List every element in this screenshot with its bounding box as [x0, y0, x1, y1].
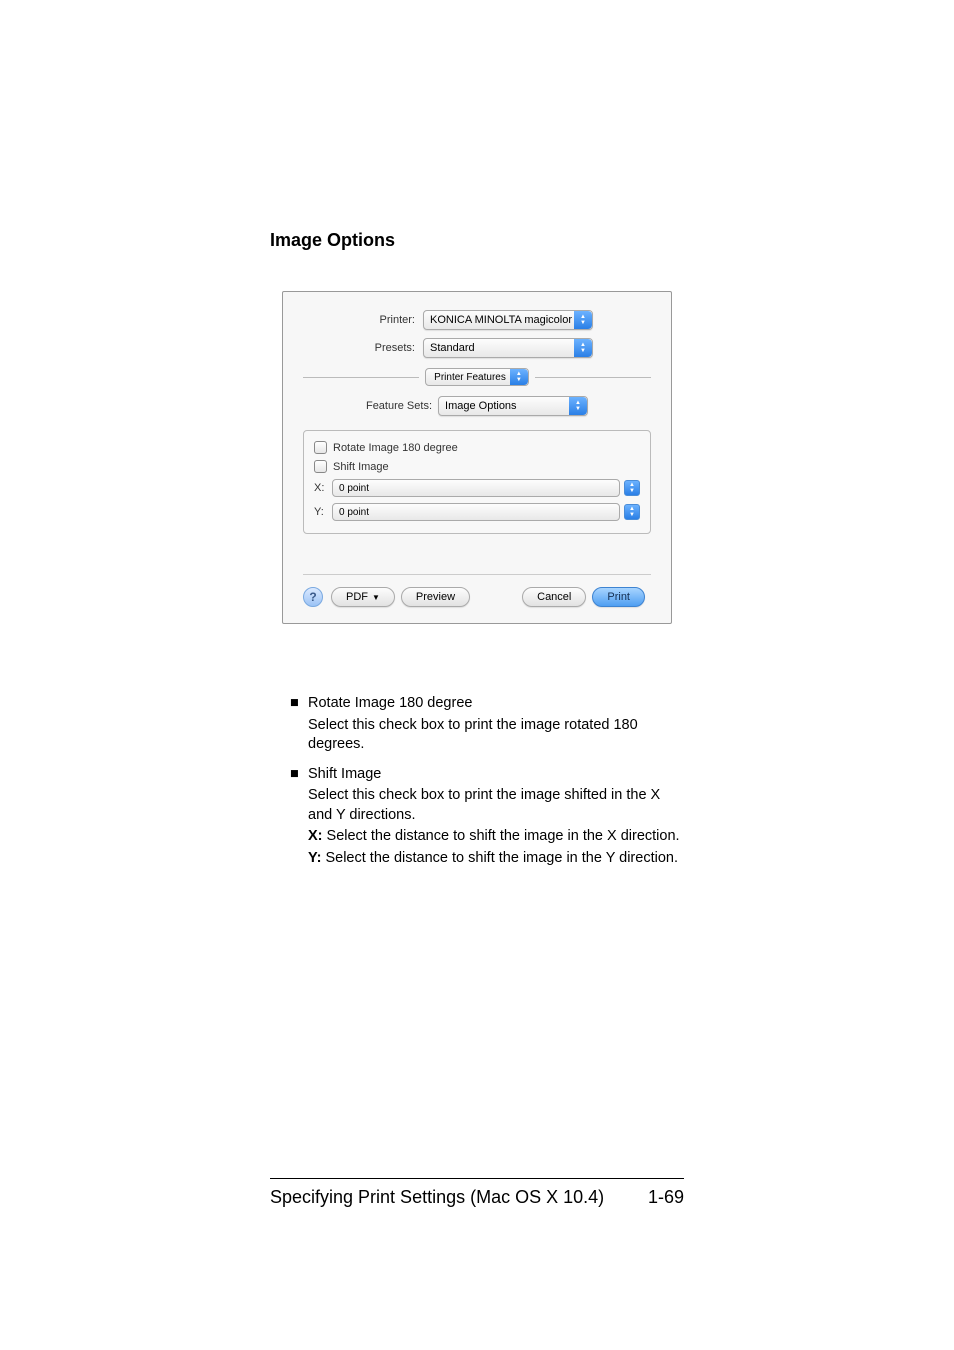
bullet-list: ■ Rotate Image 180 degree Select this ch…: [290, 694, 684, 869]
pdf-button[interactable]: PDF ▼: [331, 587, 395, 607]
x-label: X:: [314, 482, 332, 494]
x-value: 0 point: [339, 483, 369, 494]
help-button[interactable]: ?: [303, 587, 323, 607]
preview-button[interactable]: Preview: [401, 587, 470, 607]
updown-arrows-icon: ▲▼: [574, 339, 592, 357]
divider: [535, 377, 651, 378]
footer-right: 1-69: [648, 1187, 684, 1208]
presets-label: Presets:: [303, 342, 423, 354]
footer-left: Specifying Print Settings (Mac OS X 10.4…: [270, 1187, 604, 1208]
divider: [303, 377, 419, 378]
printer-label: Printer:: [303, 314, 423, 326]
shift-checkbox[interactable]: [314, 460, 327, 473]
bullet-icon: ■: [290, 765, 308, 869]
updown-arrows-icon: ▲▼: [624, 480, 640, 496]
shift-checkbox-label: Shift Image: [333, 461, 389, 473]
rotate-checkbox-label: Rotate Image 180 degree: [333, 442, 458, 454]
y-popup[interactable]: 0 point: [332, 503, 620, 521]
x-line: X: Select the distance to shift the imag…: [308, 827, 684, 847]
bullet-title: Rotate Image 180 degree: [308, 694, 684, 714]
feature-groupbox: Rotate Image 180 degree Shift Image X: 0…: [303, 430, 651, 534]
updown-arrows-icon: ▲▼: [569, 397, 587, 415]
updown-arrows-icon: ▲▼: [624, 504, 640, 520]
bullet-desc: Select this check box to print the image…: [308, 716, 684, 755]
cancel-button[interactable]: Cancel: [522, 587, 586, 607]
section-heading: Image Options: [270, 230, 684, 251]
updown-arrows-icon: ▲▼: [510, 369, 528, 385]
updown-arrows-icon: ▲▼: [574, 311, 592, 329]
print-button[interactable]: Print: [592, 587, 645, 607]
bullet-icon: ■: [290, 694, 308, 755]
bullet-title: Shift Image: [308, 765, 684, 785]
featureset-popup[interactable]: Image Options ▲▼: [438, 396, 588, 416]
bullet-desc: Select this check box to print the image…: [308, 786, 684, 825]
featureset-label: Feature Sets:: [366, 400, 432, 412]
presets-popup[interactable]: Standard ▲▼: [423, 338, 593, 358]
pdf-label: PDF: [346, 591, 368, 603]
list-item: ■ Shift Image Select this check box to p…: [290, 765, 684, 869]
featureset-value: Image Options: [445, 400, 517, 412]
presets-value: Standard: [430, 342, 475, 354]
x-popup[interactable]: 0 point: [332, 479, 620, 497]
rotate-checkbox[interactable]: [314, 441, 327, 454]
y-value: 0 point: [339, 507, 369, 518]
pane-popup[interactable]: Printer Features ▲▼: [425, 368, 529, 386]
y-line: Y: Select the distance to shift the imag…: [308, 849, 684, 869]
printer-popup[interactable]: KONICA MINOLTA magicolor ... ▲▼: [423, 310, 593, 330]
page-footer: Specifying Print Settings (Mac OS X 10.4…: [270, 1178, 684, 1208]
pane-value: Printer Features: [434, 372, 506, 383]
chevron-down-icon: ▼: [372, 593, 380, 602]
print-dialog: Printer: KONICA MINOLTA magicolor ... ▲▼…: [282, 291, 672, 624]
printer-value: KONICA MINOLTA magicolor ...: [430, 314, 584, 326]
y-label: Y:: [314, 506, 332, 518]
list-item: ■ Rotate Image 180 degree Select this ch…: [290, 694, 684, 755]
